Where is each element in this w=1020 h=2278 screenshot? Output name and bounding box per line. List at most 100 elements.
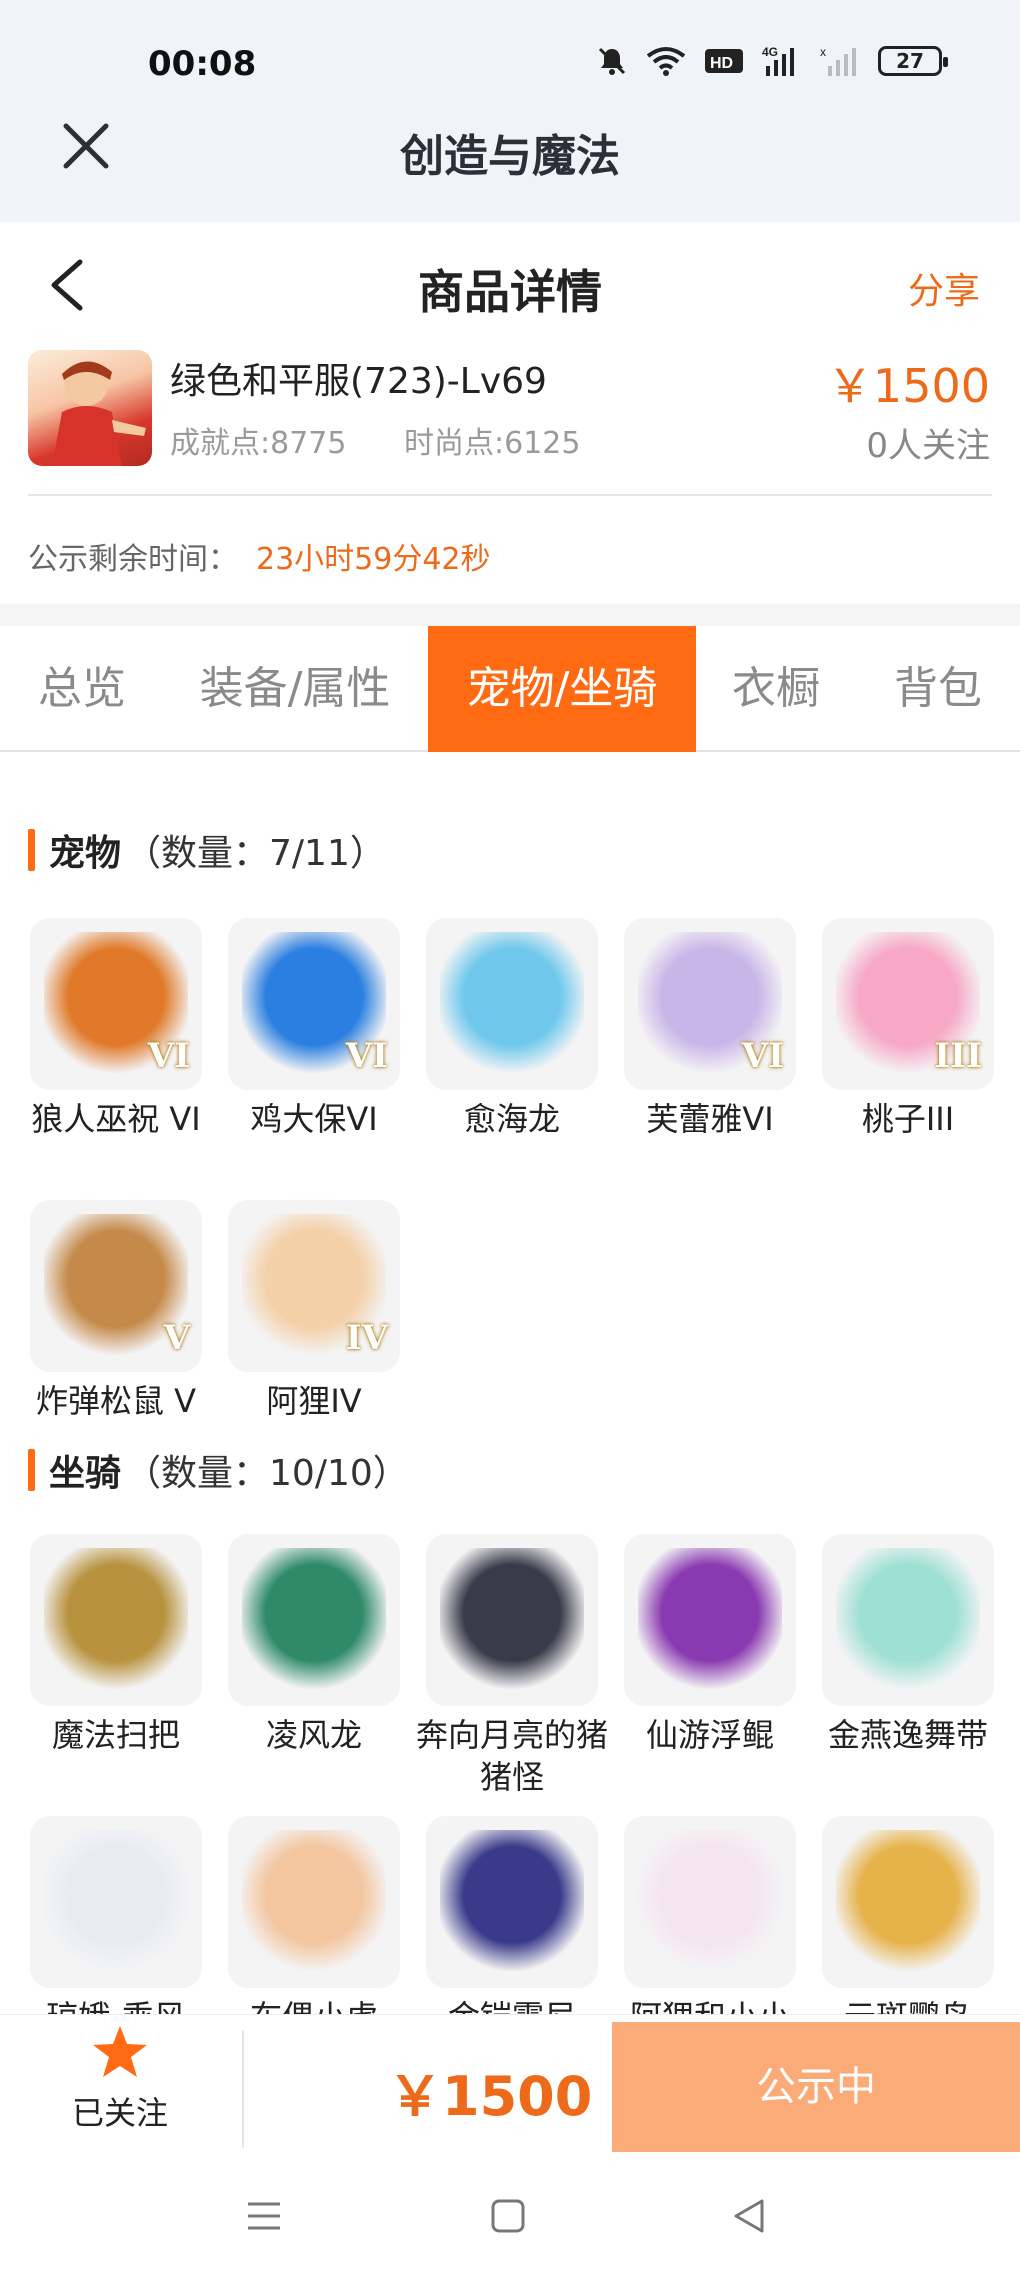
product-name: 绿色和平服(723)-Lv69 — [170, 361, 547, 402]
product-price: ￥1500 — [826, 359, 990, 413]
mount-thumbnail — [30, 1816, 202, 1988]
svg-text:4G: 4G — [762, 45, 778, 59]
tab-pets-mounts[interactable]: 宠物/坐骑 — [428, 626, 696, 752]
mount-name: 金燕逸舞带 — [827, 1716, 988, 1754]
rank-badge: VI — [741, 1036, 784, 1076]
pet-thumbnail: V — [30, 1200, 202, 1372]
mount-item[interactable]: 云斑鹦鸟 — [809, 1816, 1007, 2038]
menu-icon[interactable] — [244, 2196, 284, 2236]
mount-thumbnail — [30, 1534, 202, 1706]
rank-badge: III — [934, 1036, 982, 1076]
status-time: 00:08 — [148, 44, 257, 84]
mount-thumbnail — [426, 1816, 598, 1988]
signal-icon: x — [820, 45, 856, 76]
pet-item[interactable]: III 桃子III — [809, 918, 1007, 1140]
section-separator — [0, 604, 1020, 626]
pet-thumbnail: III — [822, 918, 994, 1090]
mount-item[interactable]: 琼娥-乘风 — [17, 1816, 215, 2038]
pets-section-header: 宠物 （数量：7/11） — [28, 824, 386, 876]
rank-badge: VI — [147, 1036, 190, 1076]
divider — [28, 494, 992, 496]
tab-wardrobe[interactable]: 衣橱 — [716, 626, 836, 752]
system-nav-bar — [0, 2156, 1020, 2278]
mount-item[interactable]: 魔法扫把 — [17, 1534, 215, 1756]
mounts-title: 坐骑 — [49, 1453, 122, 1494]
pet-name: 炸弹松鼠 V — [35, 1382, 197, 1420]
rank-badge: IV — [345, 1318, 388, 1358]
tab-backpack[interactable]: 背包 — [876, 626, 1000, 752]
mount-artwork — [242, 1548, 386, 1692]
mount-artwork — [44, 1830, 188, 1974]
mount-item[interactable]: 金铠霆尼 — [413, 1816, 611, 2038]
svg-text:HD: HD — [710, 55, 733, 72]
pets-count: （数量：7/11） — [125, 833, 386, 874]
mounts-section-header: 坐骑 （数量：10/10） — [28, 1444, 409, 1496]
public-status-button[interactable]: 公示中 — [612, 2022, 1020, 2152]
mount-name: 仙游浮鲲 — [645, 1716, 774, 1754]
back-nav-icon[interactable] — [730, 2196, 770, 2236]
countdown-label: 公示剩余时间： — [28, 542, 238, 577]
mount-thumbnail — [822, 1816, 994, 1988]
tab-equipment[interactable]: 装备/属性 — [186, 626, 404, 752]
mount-artwork — [638, 1548, 782, 1692]
fashion-points: 时尚点:6125 — [404, 426, 581, 461]
status-icons: HD 4G x 27 — [596, 44, 948, 78]
app-title: 创造与魔法 — [400, 131, 620, 182]
mount-item[interactable]: 凌风龙 — [215, 1534, 413, 1756]
rank-badge: V — [163, 1318, 190, 1358]
tab-overview[interactable]: 总览 — [14, 626, 150, 752]
mount-artwork — [242, 1830, 386, 1974]
section-accent — [28, 1449, 35, 1491]
pet-item[interactable]: 愈海龙 — [413, 918, 611, 1140]
pet-item[interactable]: VI 芙蕾雅VI — [611, 918, 809, 1140]
mount-item[interactable]: 布偶小虎 — [215, 1816, 413, 2038]
mount-item[interactable]: 金燕逸舞带 — [809, 1534, 1007, 1756]
follow-label: 已关注 — [71, 2094, 168, 2132]
mount-name: 凌风龙 — [265, 1716, 362, 1754]
star-icon — [93, 2026, 147, 2077]
divider — [242, 2030, 244, 2148]
mount-artwork — [836, 1830, 980, 1974]
pet-name: 愈海龙 — [463, 1100, 560, 1138]
bottom-price: ￥1500 — [388, 2065, 593, 2128]
section-accent — [28, 829, 35, 871]
pet-item[interactable]: IV 阿狸IV — [215, 1200, 413, 1422]
share-button[interactable]: 分享 — [908, 262, 980, 314]
mount-thumbnail — [426, 1534, 598, 1706]
hd-icon: HD — [705, 49, 743, 73]
pet-name: 芙蕾雅VI — [646, 1100, 774, 1138]
pet-thumbnail — [426, 918, 598, 1090]
wifi-icon — [646, 47, 686, 76]
top-bar: 00:08 HD 4G x 27 创造与魔法 — [0, 0, 1020, 222]
home-icon[interactable] — [488, 2196, 528, 2236]
achievement-points: 成就点:8775 — [170, 426, 347, 461]
pet-item[interactable]: V 炸弹松鼠 V — [17, 1200, 215, 1422]
pet-item[interactable]: VI 狼人巫祝 VI — [17, 918, 215, 1140]
pet-name: 阿狸IV — [266, 1382, 362, 1420]
mount-item[interactable]: 阿狸和小小 — [611, 1816, 809, 2038]
mount-item[interactable]: 奔向月亮的猪猪怪 — [413, 1534, 611, 1798]
follow-button[interactable]: 已关注 — [60, 2024, 180, 2134]
pets-title: 宠物 — [49, 833, 122, 874]
mount-item[interactable]: 仙游浮鲲 — [611, 1534, 809, 1756]
pet-artwork — [440, 932, 584, 1076]
mount-artwork — [836, 1548, 980, 1692]
mount-artwork — [44, 1548, 188, 1692]
page-title: 商品详情 — [418, 265, 602, 319]
mount-artwork — [638, 1830, 782, 1974]
pet-thumbnail: VI — [624, 918, 796, 1090]
signal-4g-icon: 4G — [762, 45, 794, 76]
mount-thumbnail — [822, 1534, 994, 1706]
mount-thumbnail — [228, 1816, 400, 1988]
pet-thumbnail: VI — [30, 918, 202, 1090]
pet-name: 狼人巫祝 VI — [31, 1100, 201, 1138]
character-avatar — [28, 350, 152, 466]
mount-thumbnail — [624, 1816, 796, 1988]
battery-icon: 27 — [878, 46, 948, 76]
tab-bar: 总览 装备/属性 宠物/坐骑 衣橱 背包 — [0, 626, 1020, 752]
rank-badge: VI — [345, 1036, 388, 1076]
countdown-value: 23小时59分42秒 — [256, 542, 491, 577]
pet-name: 桃子III — [861, 1100, 955, 1138]
follower-count: 0人关注 — [866, 426, 990, 466]
pet-item[interactable]: VI 鸡大保VI — [215, 918, 413, 1140]
